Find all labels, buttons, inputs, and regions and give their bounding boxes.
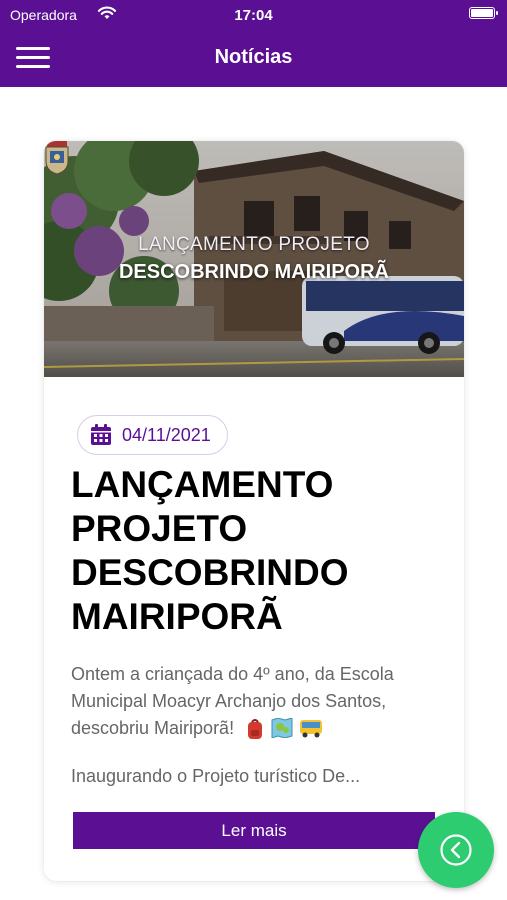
back-fab-button[interactable] [418, 812, 494, 888]
headline-line: PROJETO [71, 508, 248, 549]
news-date: 04/11/2021 [122, 424, 211, 445]
city-crest-logo [45, 141, 69, 175]
news-image: LANÇAMENTO PROJETO DESCOBRINDO MAIRIPORÃ [44, 141, 464, 377]
news-excerpt-continued: Inaugurando o Projeto turístico De... [71, 766, 361, 786]
page-title: Notícias [214, 46, 293, 68]
news-card[interactable]: LANÇAMENTO PROJETO DESCOBRINDO MAIRIPORÃ… [44, 141, 464, 881]
top-app-bar: Notícias [0, 30, 507, 87]
headline-line: MAIRIPORÃ [71, 596, 283, 637]
calendar-icon [91, 424, 111, 445]
excerpt-line: Municipal Moacyr Archanjo dos Santos, [71, 691, 387, 711]
chevron-left-circle-icon [440, 834, 472, 866]
battery-icon [469, 7, 498, 19]
news-list[interactable]: LANÇAMENTO PROJETO DESCOBRINDO MAIRIPORÃ… [0, 87, 507, 900]
clock: 17:04 [234, 7, 273, 24]
excerpt-line-with-emojis: descobriu Mairiporã! [71, 715, 451, 742]
headline-line: LANÇAMENTO [71, 464, 334, 505]
excerpt-line: descobriu Mairiporã! [71, 718, 235, 738]
news-excerpt: Ontem a criançada do 4º ano, da Escola M… [71, 661, 451, 742]
image-title-line-2: DESCOBRINDO MAIRIPORÃ [118, 261, 389, 283]
read-more-button[interactable]: Ler mais [73, 812, 435, 849]
status-bar: Operadora 17:04 [0, 0, 507, 30]
news-headline: LANÇAMENTO PROJETO DESCOBRINDO MAIRIPORÃ [71, 463, 451, 639]
image-title-line-1: LANÇAMENTO PROJETO [138, 234, 370, 255]
excerpt-line: Ontem a criançada do 4º ano, da Escola [71, 664, 394, 684]
headline-line: DESCOBRINDO [71, 552, 349, 593]
bus-emoji [300, 720, 323, 738]
map-emoji [271, 718, 293, 739]
date-badge: 04/11/2021 [77, 415, 228, 455]
backpack-emoji [248, 719, 263, 740]
